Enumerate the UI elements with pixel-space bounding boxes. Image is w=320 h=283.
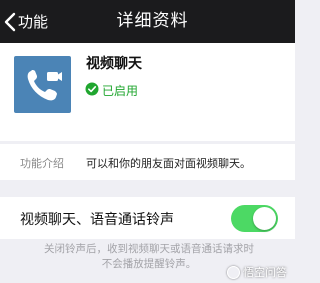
intro-value: 可以和你的朋友面对面视频聊天。 bbox=[86, 157, 251, 170]
app-name: 视频聊天 bbox=[86, 56, 142, 72]
video-call-icon bbox=[14, 56, 71, 113]
status-text: 已启用 bbox=[102, 84, 139, 98]
ringtone-toggle[interactable] bbox=[231, 205, 278, 232]
navigation-bar: 功能 详细资料 bbox=[0, 0, 295, 43]
watermark-logo-icon bbox=[227, 265, 240, 279]
check-circle-icon bbox=[85, 81, 99, 100]
ringtone-label: 视频聊天、语音通话铃声 bbox=[20, 212, 174, 228]
toggle-knob bbox=[253, 207, 276, 230]
ringtone-row: 视频聊天、语音通话铃声 bbox=[0, 197, 295, 239]
status-badge: 已启用 bbox=[85, 81, 138, 100]
app-info-card: 视频聊天 已启用 bbox=[0, 43, 295, 141]
intro-row: 功能介绍 可以和你的朋友面对面视频聊天。 bbox=[0, 144, 295, 180]
footnote-line-1: 关闭铃声后，收到视频聊天或语音通话请求时 bbox=[44, 243, 254, 255]
intro-label: 功能介绍 bbox=[20, 157, 64, 170]
watermark: 悟空问答 bbox=[227, 264, 287, 280]
page-title: 详细资料 bbox=[116, 11, 189, 31]
watermark-text: 悟空问答 bbox=[243, 266, 287, 279]
